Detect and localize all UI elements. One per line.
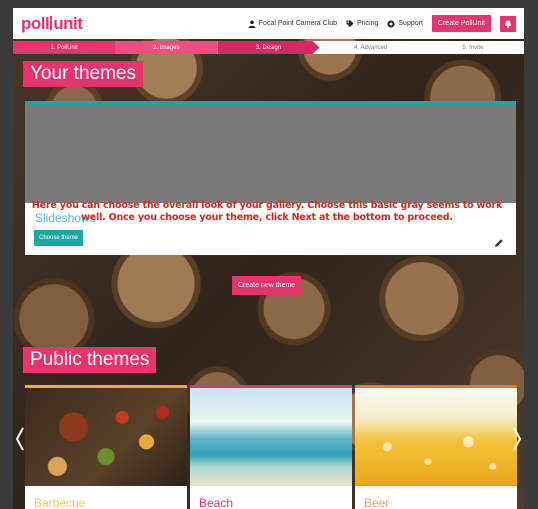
pencil-icon[interactable] [494,238,504,248]
create-pollunit-button[interactable]: Create PollUnit [431,15,491,32]
step-pollunit[interactable]: 1. PollUnit [13,41,116,54]
instruction-annotation: Here you can choose the overall look of … [31,200,503,223]
app-frame: poll unit Focal Point Camera Club Pricing… [13,8,524,509]
step-invite[interactable]: 5. Invite [422,41,524,54]
public-theme-beer[interactable]: Beer [355,385,517,509]
wizard-steps: 1. PollUnit 2. Images 3. Design 4. Advan… [13,41,524,54]
support-link[interactable]: Support [387,20,423,28]
beach-image [190,388,352,486]
public-theme-barbecue[interactable]: Barbecue [25,385,187,509]
choose-theme-button[interactable]: Choose theme [34,230,84,246]
beach-label: Beach [199,496,234,509]
account-name: Focal Point Camera Club [258,20,337,27]
user-icon [248,20,256,28]
step-images[interactable]: 2. Images [115,41,218,54]
public-theme-beach[interactable]: Beach [190,385,352,509]
account-link[interactable]: Focal Point Camera Club [248,20,337,28]
your-themes-heading: Your themes [23,61,143,87]
step-design[interactable]: 3. Design [217,41,320,54]
public-themes-heading: Public themes [23,347,157,373]
pricing-link[interactable]: Pricing [346,20,378,28]
theme-card-slideshows[interactable]: Slideshows Choose theme [25,101,516,255]
step-advanced[interactable]: 4. Advanced [320,41,422,54]
bell-icon [504,20,512,28]
beer-image [355,388,517,486]
barbecue-label: Barbecue [34,496,86,509]
barbecue-image [25,388,187,486]
chevron-left-icon[interactable] [15,426,25,452]
notifications-button[interactable] [500,15,516,32]
theme-preview [25,105,516,203]
top-navigation: poll unit Focal Point Camera Club Pricing… [13,8,524,39]
nav-right: Focal Point Camera Club Pricing Support … [248,15,516,32]
support-label: Support [398,20,423,27]
chevron-right-icon[interactable] [512,426,522,452]
pricing-label: Pricing [356,20,379,27]
create-new-theme-button[interactable]: Create new theme [232,276,302,295]
logo[interactable]: poll unit [21,13,83,34]
beer-label: Beer [364,496,390,509]
tag-icon [346,20,354,27]
lifebuoy-icon [387,20,395,27]
logo-suffix: unit [53,13,83,33]
